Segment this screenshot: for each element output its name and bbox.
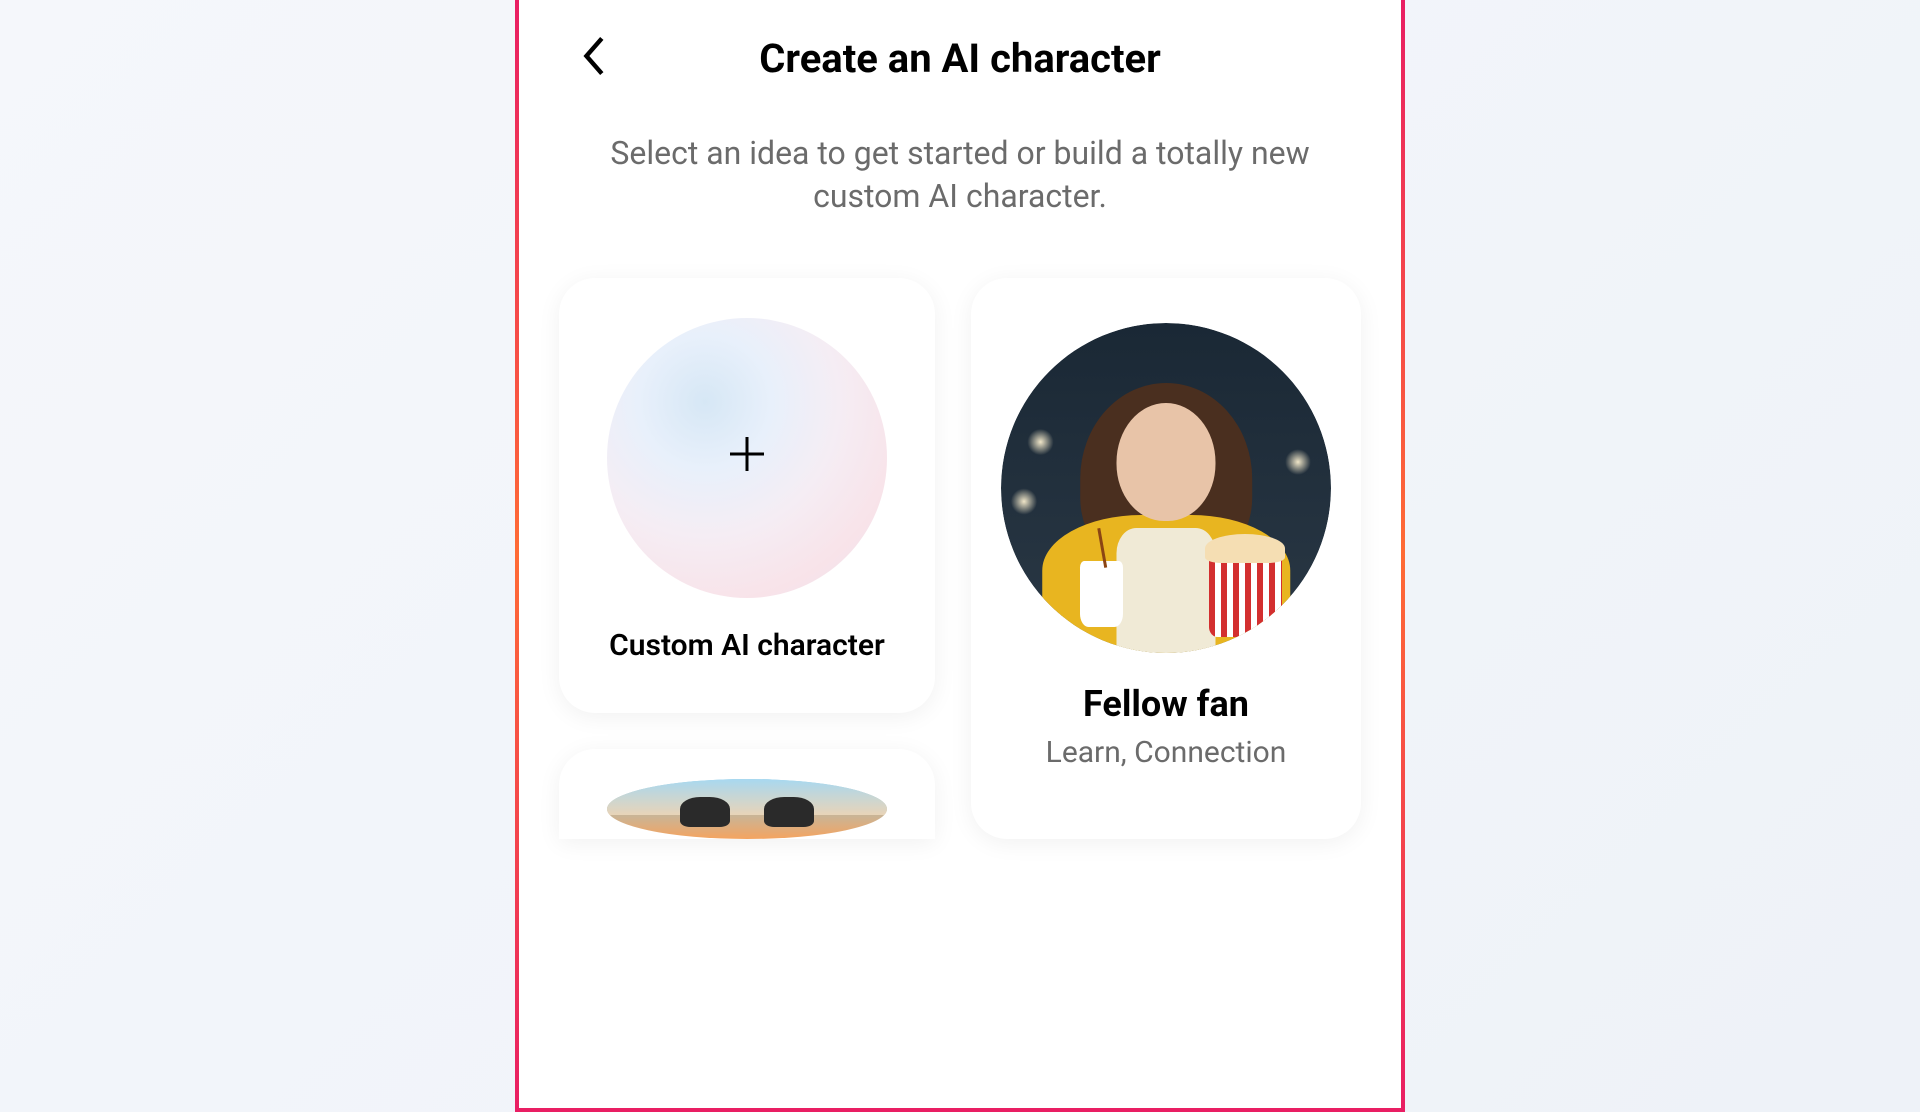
plus-icon: [724, 425, 770, 491]
custom-avatar-placeholder: [607, 318, 887, 598]
fellow-fan-card[interactable]: Fellow fan Learn, Connection: [971, 278, 1361, 839]
fellow-fan-title: Fellow fan: [1083, 683, 1249, 725]
idea-card-partial[interactable]: [559, 749, 935, 839]
chevron-left-icon: [579, 34, 607, 78]
subtitle-text: Select an idea to get started or build a…: [559, 132, 1361, 218]
page-title: Create an AI character: [759, 35, 1161, 82]
fellow-fan-avatar: [1001, 323, 1331, 653]
idea-avatar-partial: [607, 779, 887, 839]
card-grid: Custom AI character: [559, 278, 1361, 839]
app-screen: Create an AI character Select an idea to…: [515, 0, 1405, 1112]
custom-character-card[interactable]: Custom AI character: [559, 278, 935, 713]
fellow-fan-subtitle: Learn, Connection: [1046, 735, 1287, 770]
back-button[interactable]: [569, 24, 617, 88]
header: Create an AI character: [559, 30, 1361, 82]
custom-card-title: Custom AI character: [609, 628, 885, 663]
